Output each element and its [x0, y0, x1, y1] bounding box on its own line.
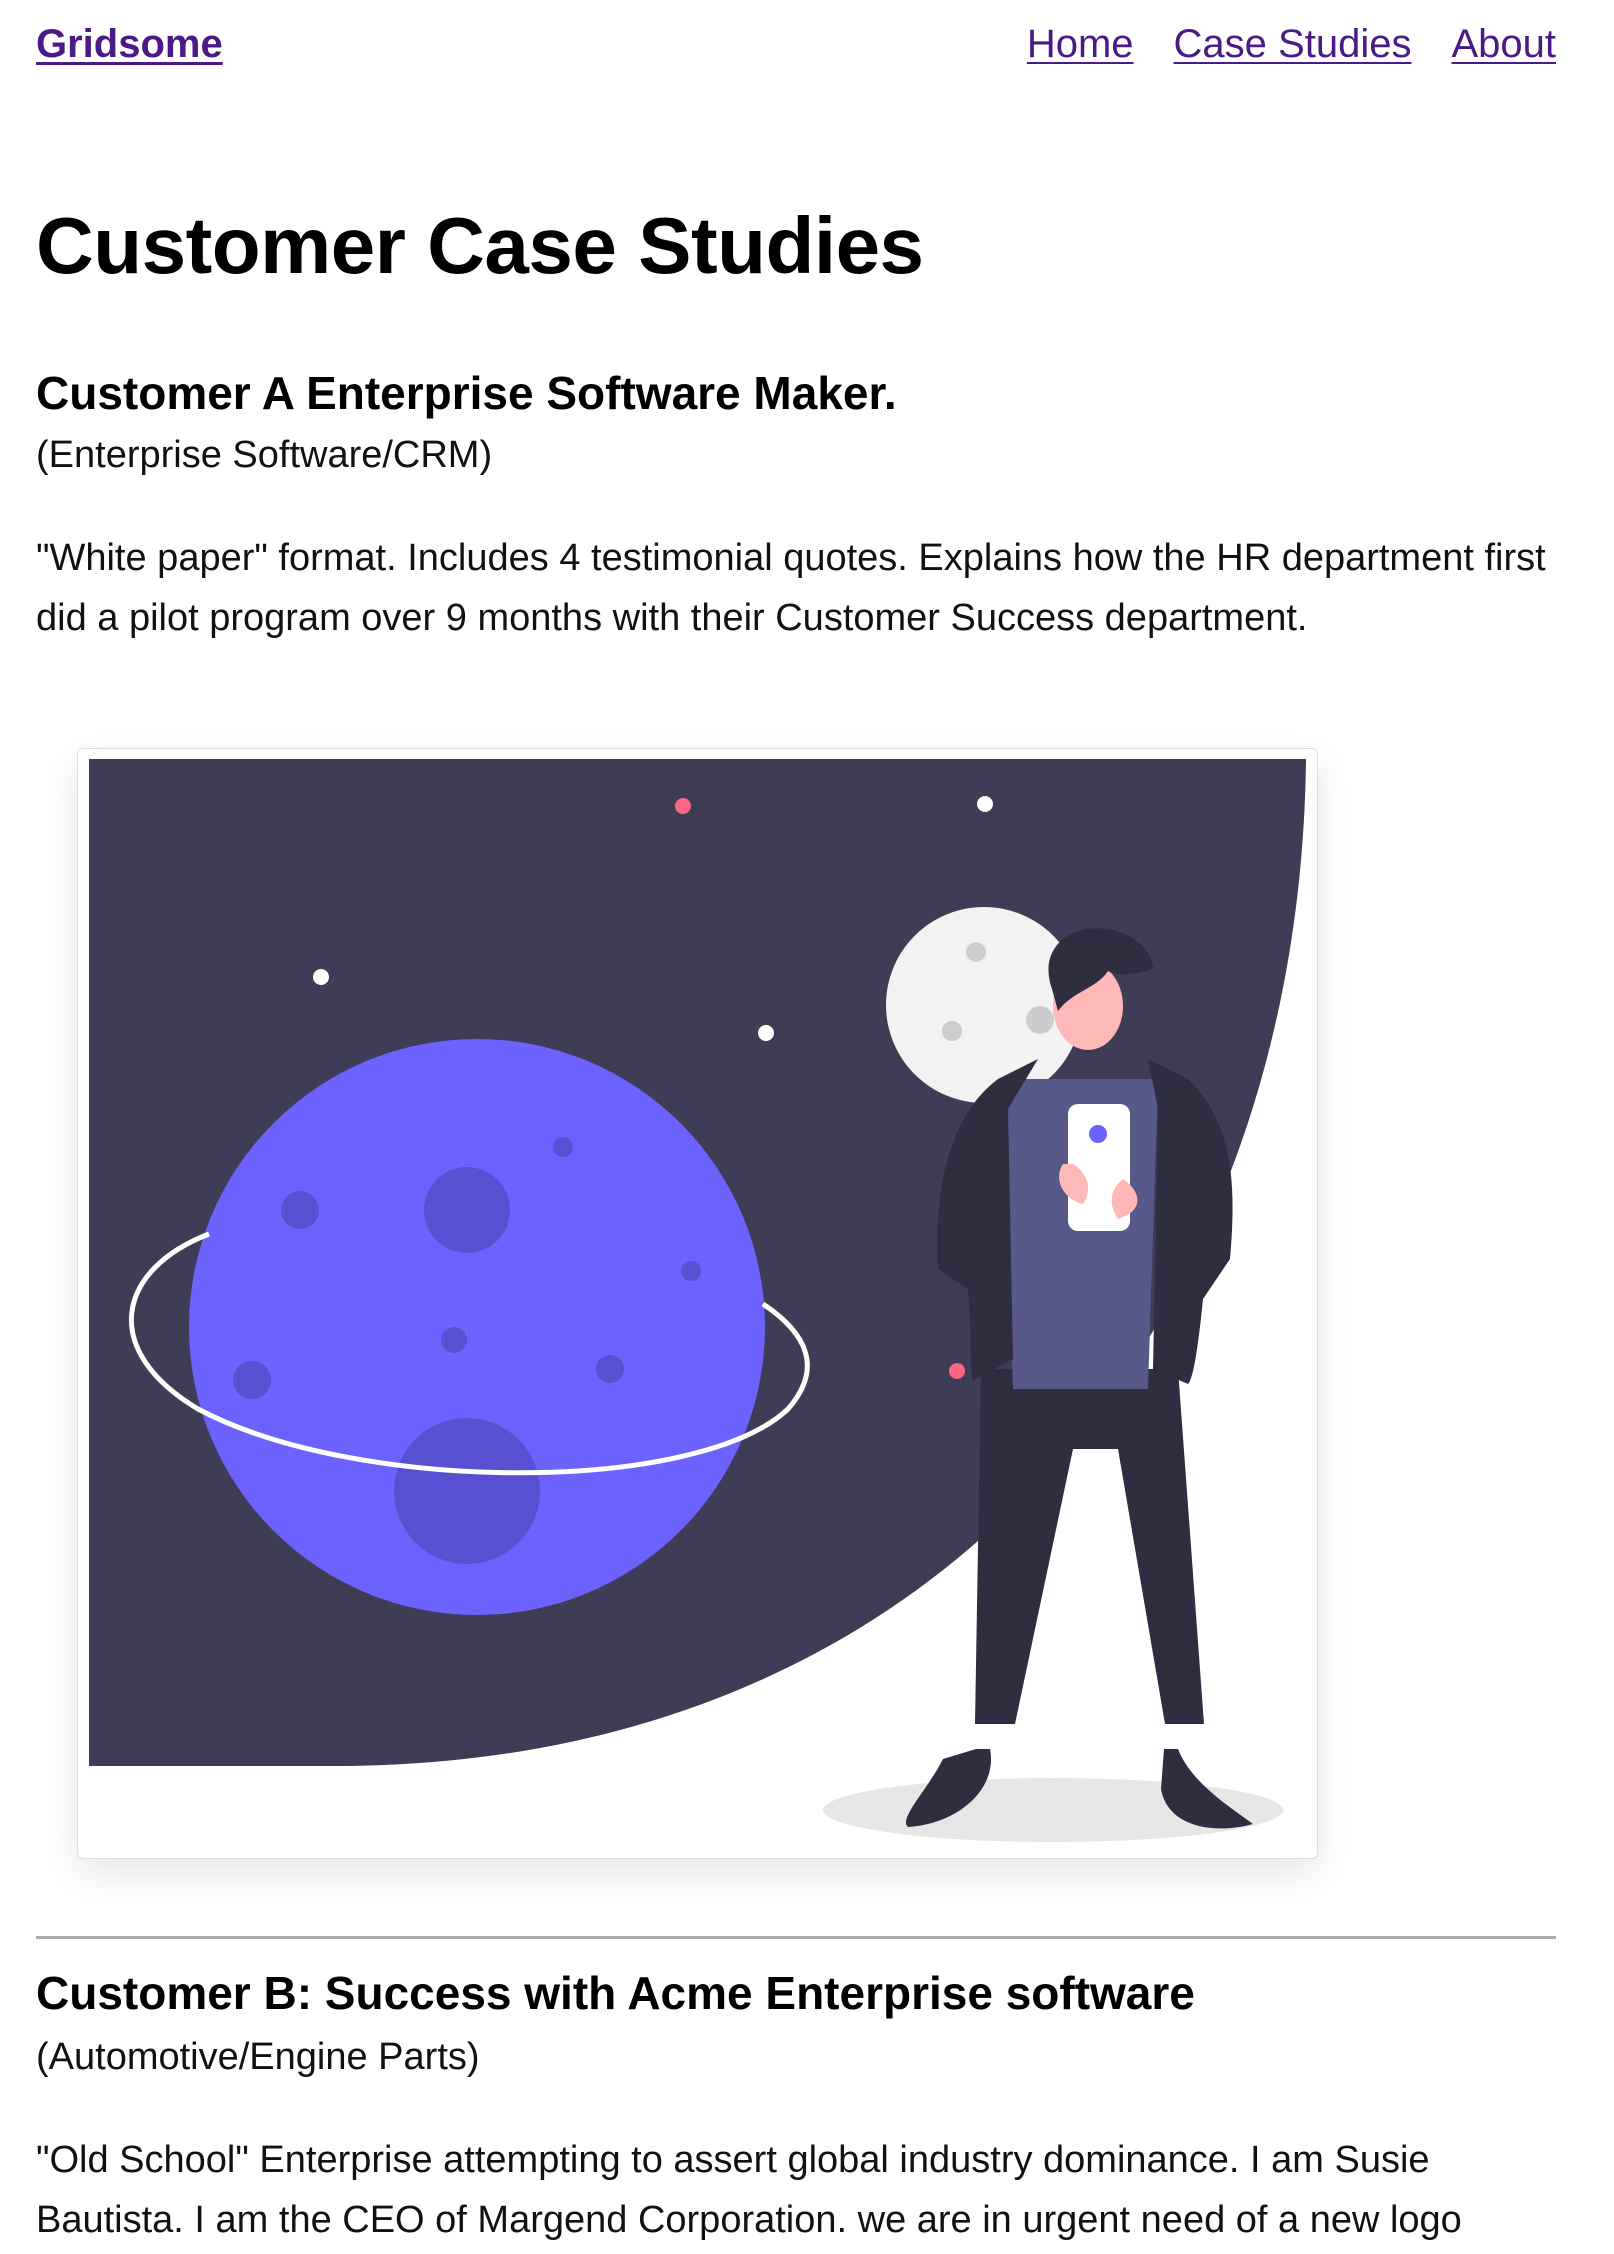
planet-crater [233, 1361, 271, 1399]
planet-crater [596, 1355, 624, 1383]
star-dot [758, 1025, 774, 1041]
case-a-illustration [77, 748, 1318, 1859]
nav-link-case-studies[interactable]: Case Studies [1174, 22, 1412, 67]
star-dot [313, 969, 329, 985]
case-a-industry: (Enterprise Software/CRM) [36, 434, 493, 476]
person-legs [975, 1369, 1204, 1724]
site-header: Gridsome Home Case Studies About [36, 22, 1556, 82]
moon-crater [966, 942, 986, 962]
case-a-title: Customer A Enterprise Software Maker. [36, 367, 897, 419]
planet-crater [553, 1137, 573, 1157]
main-nav: Home Case Studies About [1027, 22, 1556, 67]
planet-crater [681, 1261, 701, 1281]
section-divider [36, 1936, 1556, 1939]
star-dot [675, 798, 691, 814]
moon [886, 907, 1082, 1103]
planet-crater [441, 1327, 467, 1353]
planet-crater [424, 1167, 510, 1253]
case-a-description: "White paper" format. Includes 4 testimo… [36, 537, 1546, 639]
nav-link-about[interactable]: About [1451, 22, 1556, 67]
nav-link-home[interactable]: Home [1027, 22, 1134, 67]
moon-crater [942, 1021, 962, 1041]
astronaut-planet-illustration [89, 759, 1306, 1842]
moon-crater [1026, 1006, 1054, 1034]
page-title: Customer Case Studies [36, 201, 924, 290]
phone-screen-dot [1089, 1125, 1107, 1143]
star-dot [949, 1363, 965, 1379]
case-b-title: Customer B: Success with Acme Enterprise… [36, 1967, 1195, 2019]
page: Gridsome Home Case Studies About Custome… [0, 0, 1614, 2254]
planet-crater [394, 1418, 540, 1564]
case-b-description: "Old School" Enterprise attempting to as… [36, 2139, 1462, 2241]
case-b-industry: (Automotive/Engine Parts) [36, 2036, 480, 2078]
brand-link[interactable]: Gridsome [36, 22, 223, 67]
star-dot [977, 796, 993, 812]
planet-crater [281, 1191, 319, 1229]
